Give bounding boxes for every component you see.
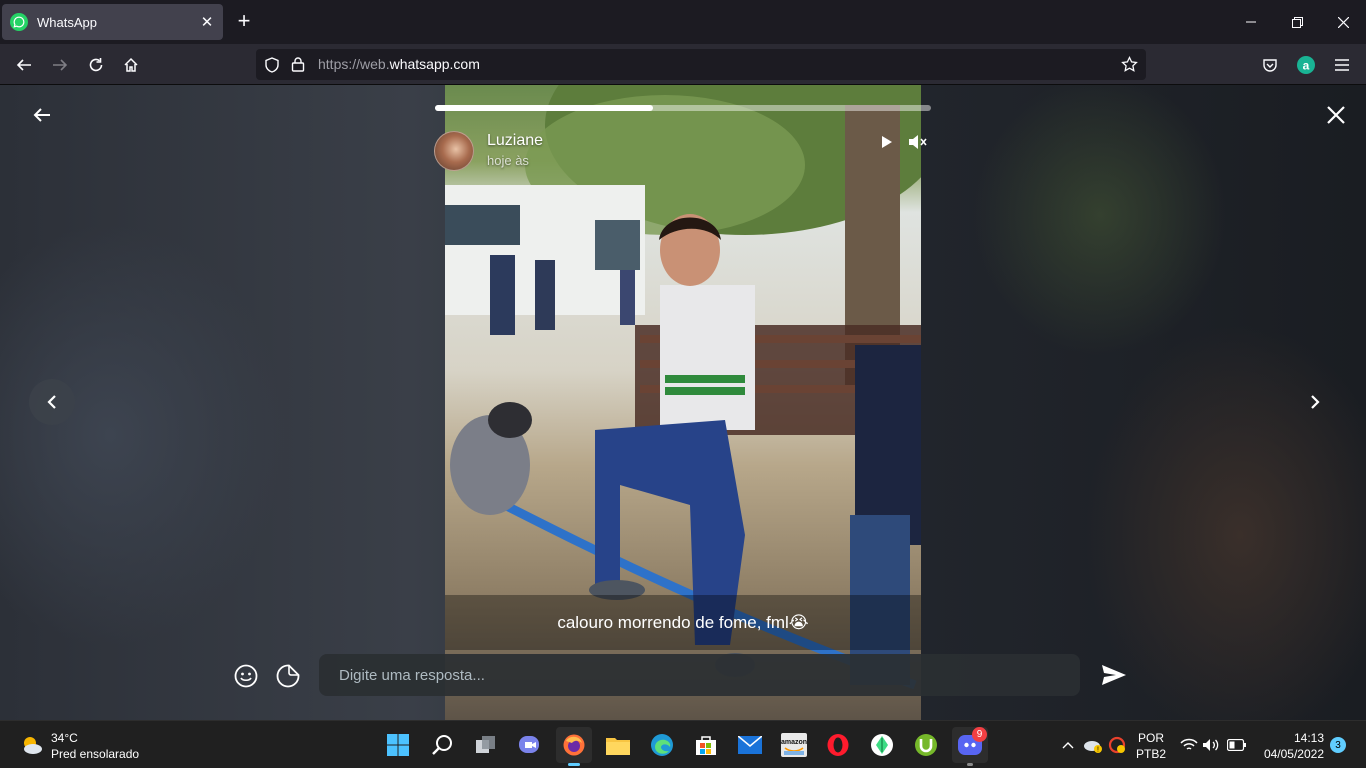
input-language-top[interactable]: POR [1133,731,1169,745]
close-window-button[interactable] [1320,0,1366,44]
reload-icon[interactable] [82,51,110,79]
discord-badge: 9 [972,727,987,742]
teams-chat-icon[interactable] [512,727,548,763]
svg-text:!: ! [1097,747,1099,754]
notification-count-badge[interactable]: 3 [1330,737,1346,753]
status-sender-name[interactable]: Luziane [487,132,543,150]
mail-icon[interactable] [732,727,768,763]
reply-input[interactable] [319,654,1080,696]
mute-icon[interactable] [906,130,930,154]
address-bar[interactable]: https://web.whatsapp.com [256,49,1146,80]
wifi-icon[interactable] [1178,727,1200,763]
forward-icon[interactable] [46,51,74,79]
back-arrow-icon[interactable] [30,103,54,127]
caption-strip: calouro morrendo de fome, fml😭 [445,595,921,650]
avatar[interactable] [434,131,474,171]
status-viewer: Luziane hoje às calouro morrendo de fome… [0,85,1366,720]
opera-icon[interactable] [820,727,856,763]
bookmark-star-icon[interactable] [1121,55,1138,78]
browser-toolbar: https://web.whatsapp.com a [0,44,1366,85]
browser-tab-bar: WhatsApp ✕ + [0,0,1366,44]
windows-start-icon[interactable] [380,727,416,763]
menu-icon[interactable] [1328,51,1356,79]
status-progress-bar [435,105,931,111]
clock-date[interactable]: 04/05/2022 [1256,747,1324,761]
task-view-icon[interactable] [468,727,504,763]
microsoft-store-icon[interactable] [688,727,724,763]
shield-icon[interactable] [264,57,280,78]
weather-description[interactable]: Pred ensolarado [51,747,139,761]
close-viewer-icon[interactable] [1324,103,1348,127]
tab-whatsapp[interactable]: WhatsApp ✕ [2,4,223,40]
weather-temperature[interactable]: 34°C [51,731,78,745]
svg-text:a: a [1303,59,1310,73]
url-text: https://web.whatsapp.com [318,56,480,72]
next-status-button[interactable] [1292,379,1338,425]
play-icon[interactable] [875,130,899,154]
utorrent-icon[interactable] [908,727,944,763]
windows-taskbar: 34°C Pred ensolarado amazon 9 ! POR PTB2… [0,720,1366,768]
status-time: hoje às [487,153,529,168]
tray-app-icon[interactable] [1106,727,1128,763]
chevron-up-icon[interactable] [1058,727,1078,763]
restore-button[interactable] [1274,0,1320,44]
tab-title: WhatsApp [37,14,97,30]
reply-bar [0,650,1366,700]
search-icon[interactable] [424,727,460,763]
emoji-icon[interactable] [233,663,259,689]
chevron-right-icon [1311,395,1320,409]
pocket-icon[interactable] [1256,51,1284,79]
back-icon[interactable] [10,51,38,79]
edge-icon[interactable] [644,727,680,763]
whatsapp-icon [10,13,28,31]
svg-text:amazon: amazon [781,739,807,746]
android-app-icon[interactable] [864,727,900,763]
volume-icon[interactable] [1200,727,1222,763]
extension-a-icon[interactable]: a [1292,51,1320,79]
amazon-icon[interactable]: amazon [776,727,812,763]
discord-icon[interactable]: 9 [952,727,988,766]
clock-time[interactable]: 14:13 [1258,731,1324,745]
lock-icon[interactable] [291,56,305,77]
firefox-icon[interactable] [556,727,592,766]
sticker-icon[interactable] [275,663,301,689]
chevron-left-icon [47,395,56,409]
home-icon[interactable] [117,51,145,79]
send-icon[interactable] [1100,662,1128,688]
onedrive-warning-icon[interactable]: ! [1082,727,1104,763]
file-explorer-icon[interactable] [600,727,636,763]
previous-status-button[interactable] [29,379,75,425]
status-caption: calouro morrendo de fome, fml😭 [557,612,809,632]
input-language-bottom[interactable]: PTB2 [1133,747,1169,761]
minimize-button[interactable] [1228,0,1274,44]
new-tab-button[interactable]: + [232,10,256,34]
battery-icon[interactable] [1225,727,1249,763]
weather-sun-icon[interactable] [14,729,48,761]
tab-close-icon[interactable]: ✕ [199,13,215,31]
status-progress-fill [435,105,654,111]
